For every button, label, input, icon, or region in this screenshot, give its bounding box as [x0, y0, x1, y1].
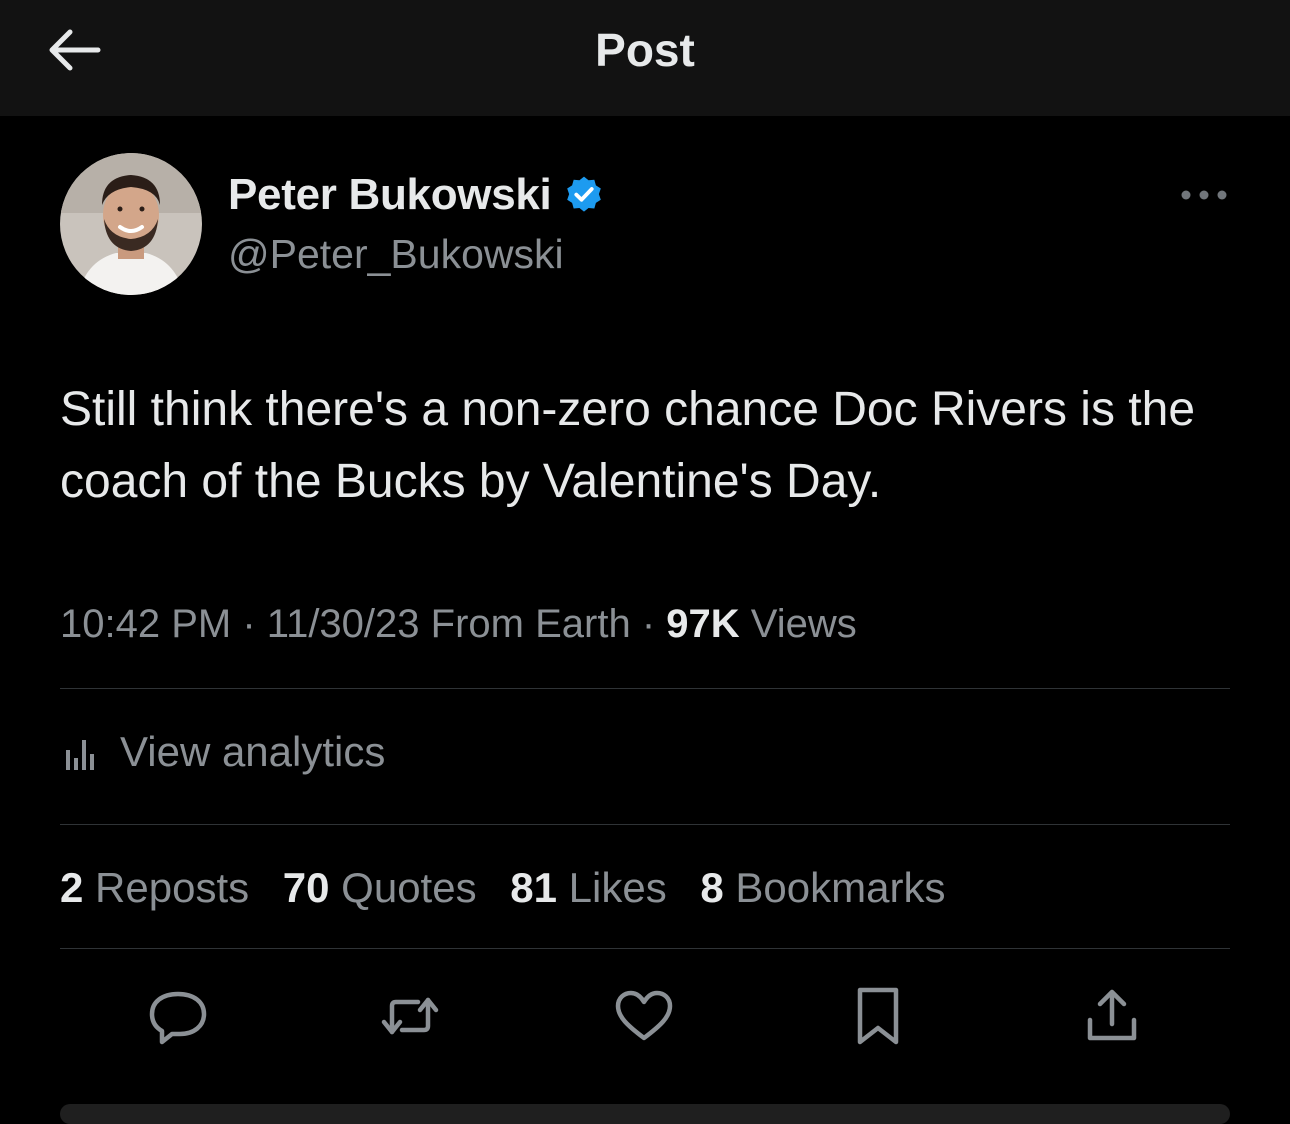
repost-button[interactable] [374, 980, 446, 1052]
view-analytics-label: View analytics [120, 728, 386, 775]
quotes-stat[interactable]: 70 Quotes [283, 860, 477, 916]
views-label: Views [750, 602, 857, 646]
post-source: From Earth [430, 602, 631, 646]
author-handle[interactable]: @Peter_Bukowski [228, 228, 564, 280]
divider [60, 824, 1230, 825]
bar-chart-icon [66, 740, 94, 770]
views-count: 97K [666, 602, 740, 646]
verified-badge-icon [567, 176, 602, 212]
view-analytics-button[interactable]: View analytics [60, 724, 385, 780]
reposts-stat[interactable]: 2 Reposts [60, 860, 249, 916]
repost-icon [381, 997, 439, 1035]
engagement-stats: 2 Reposts 70 Quotes 81 Likes 8 Bookmarks [60, 860, 967, 916]
bookmark-icon [857, 987, 899, 1045]
post-date: 11/30/23 [266, 602, 420, 646]
page-title: Post [595, 24, 695, 76]
avatar[interactable] [60, 153, 202, 295]
author-name-row[interactable]: Peter Bukowski [228, 168, 605, 222]
meta-separator: · [641, 602, 656, 646]
top-bar: Post [0, 0, 1290, 116]
profile-photo [60, 153, 202, 295]
bookmarks-stat[interactable]: 8 Bookmarks [700, 860, 945, 916]
post-text: Still think there's a non-zero chance Do… [60, 383, 1196, 508]
share-icon [1087, 989, 1137, 1041]
ellipsis-icon [1181, 190, 1227, 200]
post-time: 10:42 PM [60, 602, 232, 646]
share-button[interactable] [1076, 980, 1148, 1052]
action-bar [0, 980, 1290, 1060]
speech-bubble-icon [149, 991, 207, 1045]
bottom-bar [60, 1104, 1230, 1124]
like-button[interactable] [608, 980, 680, 1052]
post-meta: 10:42 PM · 11/30/23 From Earth · 97K Vie… [60, 598, 857, 650]
meta-separator: · [242, 602, 256, 646]
heart-icon [615, 990, 673, 1041]
display-name: Peter Bukowski [228, 170, 552, 219]
divider [60, 688, 1230, 689]
reply-button[interactable] [142, 980, 214, 1052]
divider [60, 948, 1230, 949]
bookmark-button[interactable] [842, 980, 914, 1052]
more-options-button[interactable] [1176, 178, 1232, 212]
likes-stat[interactable]: 81 Likes [510, 860, 666, 916]
